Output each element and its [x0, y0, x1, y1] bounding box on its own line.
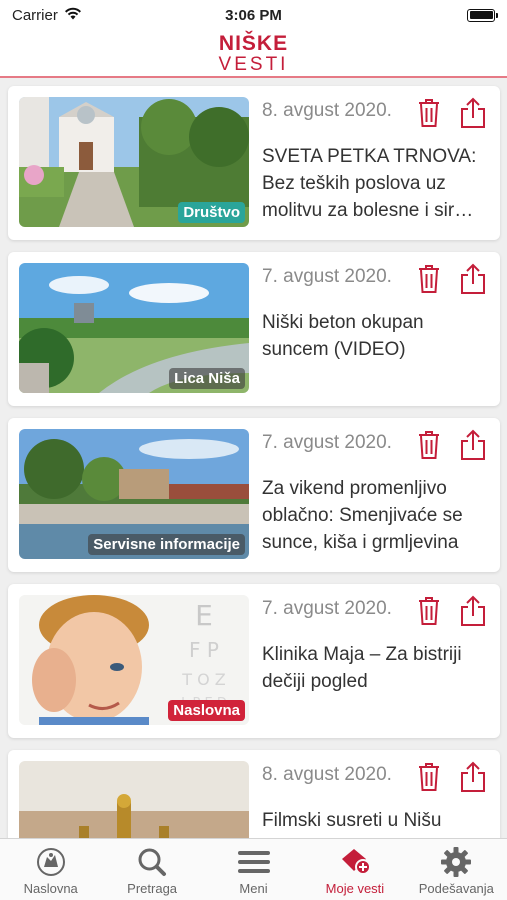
category-badge: Društvo	[178, 202, 245, 223]
battery-icon	[467, 8, 498, 22]
svg-text:F P: F P	[189, 638, 219, 662]
share-button[interactable]	[460, 761, 486, 793]
news-info: 7. avgust 2020. Za vikend promenljivo ob…	[249, 429, 488, 560]
news-info: 7. avgust 2020. Klinika Maja – Za bistri…	[249, 595, 488, 726]
delete-button[interactable]	[416, 761, 442, 793]
news-date: 8. avgust 2020.	[262, 764, 392, 785]
news-top-row: 7. avgust 2020.	[262, 429, 488, 461]
news-card[interactable]: E F P T O Z L P E D Naslovna 7. avgust 2…	[8, 584, 500, 738]
tab-label: Podešavanja	[418, 881, 494, 896]
share-icon	[461, 263, 485, 294]
tab-bar: Naslovna Pretraga Meni Moje vesti Podeša…	[0, 838, 507, 900]
news-thumbnail[interactable]: Društvo	[19, 97, 249, 227]
share-button[interactable]	[460, 263, 486, 295]
news-title[interactable]: Niški beton okupan suncem (VIDEO)	[262, 309, 488, 363]
logo-top-text: NIŠKE	[218, 31, 289, 55]
svg-text:T O Z: T O Z	[181, 670, 226, 689]
news-title[interactable]: Klinika Maja – Za bistriji dečiji pogled	[262, 641, 488, 695]
news-actions	[416, 761, 486, 793]
delete-button[interactable]	[416, 595, 442, 627]
gear-icon	[441, 847, 472, 877]
tab-moje-vesti[interactable]: Moje vesti	[304, 839, 405, 900]
news-title[interactable]: Filmski susreti u Nišu	[262, 807, 488, 834]
logo-bottom-text: VESTI	[218, 53, 289, 75]
category-badge: Lica Niša	[169, 368, 245, 389]
news-card[interactable]: Servisne informacije 7. avgust 2020. Za …	[8, 418, 500, 572]
share-icon	[461, 97, 485, 128]
status-time: 3:06 PM	[225, 6, 282, 24]
home-emblem-icon	[36, 847, 66, 877]
tab-label: Naslovna	[23, 881, 78, 896]
news-thumbnail[interactable]: Lica Niša	[19, 263, 249, 393]
app-header: NIŠKE VESTI	[0, 30, 507, 78]
status-right	[325, 8, 498, 22]
share-icon	[461, 429, 485, 460]
news-top-row: 8. avgust 2020.	[262, 97, 488, 129]
share-button[interactable]	[460, 97, 486, 129]
tab-pretraga[interactable]: Pretraga	[101, 839, 202, 900]
news-thumbnail[interactable]	[19, 761, 249, 840]
news-date: 7. avgust 2020.	[262, 598, 392, 619]
news-actions	[416, 263, 486, 295]
saved-news-list[interactable]: Društvo 8. avgust 2020. SVETA PETKA TRNO…	[0, 80, 507, 840]
news-info: 8. avgust 2020. Filmski susreti u Nišu	[249, 761, 488, 840]
news-top-row: 8. avgust 2020.	[262, 761, 488, 793]
tab-naslovna[interactable]: Naslovna	[0, 839, 101, 900]
news-card[interactable]: Lica Niša 7. avgust 2020. Niški beton ok…	[8, 252, 500, 406]
trash-icon	[419, 597, 439, 625]
trash-icon	[419, 763, 439, 791]
trash-icon	[419, 265, 439, 293]
news-date: 7. avgust 2020.	[262, 266, 392, 287]
tab-podesavanja[interactable]: Podešavanja	[406, 839, 507, 900]
wifi-icon	[64, 7, 82, 24]
tab-label: Pretraga	[127, 881, 178, 896]
search-icon	[137, 847, 167, 877]
news-actions	[416, 595, 486, 627]
share-icon	[461, 761, 485, 792]
tab-meni[interactable]: Meni	[203, 839, 304, 900]
news-info: 7. avgust 2020. Niški beton okupan sunce…	[249, 263, 488, 394]
news-title[interactable]: Za vikend promenljivo oblačno: Smenjivać…	[262, 475, 488, 556]
status-bar: Carrier 3:06 PM	[0, 0, 507, 30]
svg-text:E: E	[195, 599, 213, 632]
trash-icon	[419, 99, 439, 127]
news-date: 7. avgust 2020.	[262, 432, 392, 453]
news-card[interactable]: Društvo 8. avgust 2020. SVETA PETKA TRNO…	[8, 86, 500, 240]
tab-label: Meni	[239, 881, 268, 896]
share-button[interactable]	[460, 429, 486, 461]
news-actions	[416, 429, 486, 461]
app-logo[interactable]: NIŠKE VESTI	[219, 33, 289, 74]
tab-label: Moje vesti	[325, 881, 385, 896]
delete-button[interactable]	[416, 97, 442, 129]
news-info: 8. avgust 2020. SVETA PETKA TRNOVA: Bez …	[249, 97, 488, 228]
trash-icon	[419, 431, 439, 459]
news-thumbnail[interactable]: E F P T O Z L P E D Naslovna	[19, 595, 249, 725]
news-date: 8. avgust 2020.	[262, 100, 392, 121]
carrier-label: Carrier	[12, 6, 58, 24]
news-card[interactable]: 8. avgust 2020. Filmski susreti u Nišu	[8, 750, 500, 840]
delete-button[interactable]	[416, 263, 442, 295]
news-thumbnail[interactable]: Servisne informacije	[19, 429, 249, 559]
news-actions	[416, 97, 486, 129]
category-badge: Servisne informacije	[88, 534, 245, 555]
share-button[interactable]	[460, 595, 486, 627]
news-title[interactable]: SVETA PETKA TRNOVA: Bez teških poslova u…	[262, 143, 488, 224]
status-left: Carrier	[12, 7, 182, 24]
news-top-row: 7. avgust 2020.	[262, 595, 488, 627]
share-icon	[461, 595, 485, 626]
news-top-row: 7. avgust 2020.	[262, 263, 488, 295]
saved-news-icon	[339, 847, 371, 877]
delete-button[interactable]	[416, 429, 442, 461]
menu-icon	[237, 847, 270, 877]
category-badge: Naslovna	[168, 700, 245, 721]
